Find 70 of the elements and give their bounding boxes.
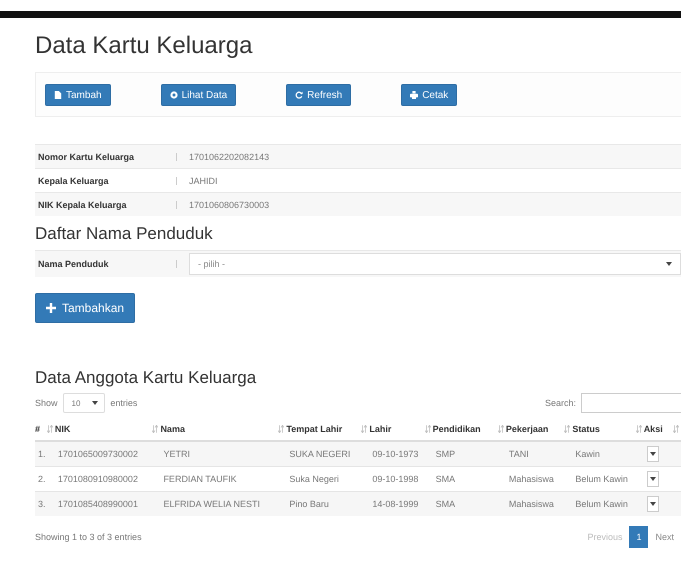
sort-icon[interactable] bbox=[673, 425, 679, 433]
sort-icon[interactable] bbox=[424, 425, 431, 433]
table-cell: ELFRIDA WELIA NESTI bbox=[160, 492, 286, 516]
action-dropdown-button[interactable] bbox=[646, 496, 659, 512]
section-title: Daftar Nama Penduduk bbox=[35, 224, 214, 244]
table-cell: 09-10-1973 bbox=[369, 441, 433, 466]
page-title: Data Kartu Keluarga bbox=[35, 32, 254, 60]
sort-icon[interactable] bbox=[636, 425, 642, 433]
table-cell: 14-08-1999 bbox=[369, 492, 433, 516]
page-size-select[interactable]: 10 bbox=[62, 393, 106, 413]
toolbar-button[interactable]: Refresh bbox=[286, 84, 352, 106]
sort-icon[interactable] bbox=[152, 425, 158, 433]
entries-summary: Showing 1 to 3 of 3 entries bbox=[35, 532, 142, 542]
caret-icon bbox=[650, 502, 656, 506]
toolbar-button[interactable]: Cetak bbox=[401, 84, 458, 106]
sort-icon[interactable] bbox=[564, 425, 570, 433]
caret-icon bbox=[666, 262, 672, 266]
action-dropdown-button[interactable] bbox=[646, 446, 659, 462]
sort-icon[interactable] bbox=[46, 425, 53, 433]
file-icon bbox=[54, 91, 62, 99]
column-header: Status bbox=[572, 424, 600, 434]
field-label: NIK Kepala Keluarga bbox=[38, 200, 128, 210]
field-label: Nomor Kartu Keluarga bbox=[38, 152, 136, 162]
table-cell: Belum Kawin bbox=[572, 492, 644, 516]
column-header: NIK bbox=[54, 424, 70, 434]
search-label: Search: bbox=[544, 398, 576, 408]
field-value: JAHIDI bbox=[189, 176, 218, 186]
table-cell: TANI bbox=[506, 441, 572, 466]
entries-label: entries bbox=[110, 398, 138, 408]
sort-icon[interactable] bbox=[498, 425, 504, 433]
table-cell: YETRI bbox=[160, 441, 286, 466]
table-cell: 1701085408990001 bbox=[54, 492, 160, 516]
table-cell: SMA bbox=[432, 492, 506, 516]
refresh-icon bbox=[295, 91, 304, 99]
eye-icon bbox=[170, 91, 178, 99]
table-cell: 1. bbox=[35, 441, 55, 466]
column-header: # bbox=[35, 424, 40, 434]
printer-icon bbox=[410, 91, 418, 99]
column-header: Aksi bbox=[644, 424, 663, 434]
action-dropdown-button[interactable] bbox=[646, 471, 659, 487]
caret-icon bbox=[650, 477, 656, 481]
column-header: Lahir bbox=[369, 424, 392, 434]
table-cell: SMP bbox=[432, 441, 506, 466]
toolbar-button[interactable]: Lihat Data bbox=[160, 84, 236, 106]
caret-icon bbox=[92, 401, 98, 405]
search-field[interactable] bbox=[581, 393, 681, 413]
field-value: 1701060806730003 bbox=[189, 200, 270, 210]
table-cell: SUKA NEGERI bbox=[286, 441, 370, 466]
pagination-button[interactable]: 1 bbox=[629, 526, 648, 548]
resident-select[interactable]: - pilih - bbox=[189, 253, 681, 275]
column-header: Pekerjaan bbox=[506, 424, 548, 434]
section-title: Data Anggota Kartu Keluarga bbox=[35, 368, 258, 388]
add-button[interactable]: Tambahkan bbox=[35, 293, 136, 323]
field-label: Nama Penduduk bbox=[38, 259, 110, 269]
caret-icon bbox=[650, 452, 656, 456]
plus-icon bbox=[46, 303, 56, 313]
table-cell: 1701065009730002 bbox=[54, 441, 160, 466]
table-cell: Pino Baru bbox=[286, 492, 370, 516]
table-cell: 3. bbox=[35, 492, 55, 516]
field-value: 1701062202082143 bbox=[189, 152, 270, 162]
column-header: Pendidikan bbox=[432, 424, 481, 434]
column-header: Tempat Lahir bbox=[286, 424, 342, 434]
toolbar-button[interactable]: Tambah bbox=[45, 84, 111, 106]
sort-icon[interactable] bbox=[361, 425, 368, 433]
table-cell: Mahasiswa bbox=[506, 492, 572, 516]
table-cell: Kawin bbox=[572, 441, 644, 466]
field-label: Kepala Keluarga bbox=[38, 176, 110, 186]
sort-icon[interactable] bbox=[278, 425, 284, 433]
show-label: Show bbox=[35, 398, 58, 408]
column-header: Nama bbox=[160, 424, 185, 434]
